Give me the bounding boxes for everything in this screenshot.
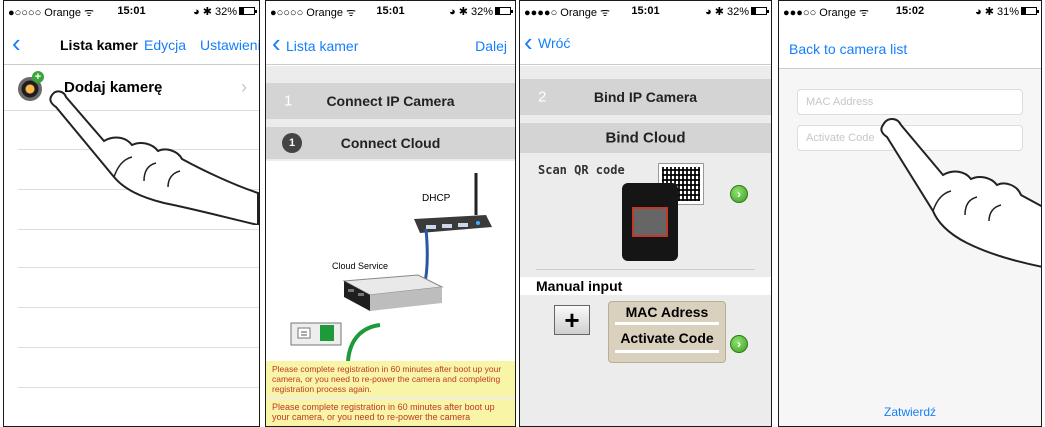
diagram-panel: DHCP Cloud Service	[266, 161, 515, 361]
cloud-service-label: Cloud Service	[332, 261, 389, 271]
list-divider	[18, 267, 259, 268]
list-divider	[18, 387, 259, 388]
list-divider	[18, 347, 259, 348]
status-bar: ●●●●○ Orange ᯤ 15:01 ◕ ✱ 32%	[520, 5, 771, 21]
status-right: ◕ ✱ 32%	[193, 6, 237, 18]
back-chevron-icon[interactable]: ‹	[272, 30, 281, 56]
sub-step-title: Bind Cloud	[605, 129, 686, 147]
scan-qr-label: Scan QR code	[538, 163, 625, 177]
page-title: Lista kamer	[60, 37, 138, 53]
back-button[interactable]: Lista kamer	[286, 38, 358, 54]
section-divider	[536, 269, 755, 270]
content-background	[779, 69, 1041, 426]
phone-scan-icon	[622, 183, 678, 261]
next-button[interactable]: Dalej	[475, 38, 507, 54]
confirm-button[interactable]: Zatwierdź	[779, 405, 1041, 419]
status-bar: ●○○○○ Orange ᯤ 15:01 ◕ ✱ 32%	[266, 5, 515, 21]
nav-bar: ‹ Wróć	[520, 25, 771, 65]
battery-icon	[1021, 7, 1039, 15]
screen-camera-list: ●○○○○ Orange ᯤ 15:01 ◕ ✱ 32% ‹ Lista kam…	[3, 0, 260, 427]
power-socket-icon	[290, 322, 342, 346]
battery-icon	[495, 7, 513, 15]
add-camera-label: Dodaj kamerę	[64, 79, 163, 96]
sub-step-title: Connect Cloud	[340, 135, 441, 151]
back-chevron-icon[interactable]: ‹	[12, 30, 21, 56]
status-right: ◕ ✱ 32%	[449, 6, 493, 18]
chevron-right-icon: ›	[241, 77, 247, 97]
warning-banner-repeat: Please complete registration in 60 minut…	[266, 399, 515, 426]
nav-bar: ‹ Lista kamer Edycja Ustawienia	[4, 25, 259, 65]
manual-input-strip: Manual input	[520, 277, 771, 295]
scan-next-arrow-icon[interactable]: ›	[730, 185, 748, 203]
cloud-box-icon	[342, 274, 444, 311]
manual-input-card[interactable]: MAC Adress Activate Code	[608, 301, 726, 363]
sub-header: Bind Cloud	[520, 123, 771, 153]
step-title: Bind IP Camera	[593, 89, 698, 105]
nav-bar: Back to camera list	[779, 25, 1041, 69]
screen-enter-codes: ●●●○○ Orange ᯤ 15:02 ◕ ✱ 31% Back to cam…	[778, 0, 1042, 427]
step-title: Connect IP Camera	[326, 93, 455, 109]
status-right: ◕ ✱ 31%	[975, 6, 1019, 18]
list-divider	[18, 189, 259, 190]
mac-address-label: MAC Adress	[625, 304, 709, 320]
manual-input-label: Manual input	[536, 278, 623, 294]
sub-header: 1 Connect Cloud	[266, 127, 515, 159]
plus-badge-icon: +	[32, 71, 44, 83]
warning-banner: Please complete registration in 60 minut…	[266, 361, 515, 397]
add-manual-icon[interactable]: +	[554, 305, 590, 335]
manual-next-arrow-icon[interactable]: ›	[730, 335, 748, 353]
battery-icon	[239, 7, 257, 15]
screen-bind-camera: ●●●●○ Orange ᯤ 15:01 ◕ ✱ 32% ‹ Wróć 2 Bi…	[519, 0, 772, 427]
activate-code-label: Activate Code	[620, 330, 714, 346]
status-bar: ●○○○○ Orange ᯤ 15:01 ◕ ✱ 32%	[4, 5, 259, 21]
battery-icon	[751, 7, 769, 15]
back-chevron-icon[interactable]: ‹	[524, 29, 533, 55]
list-divider	[18, 307, 259, 308]
screen-connect-camera: ●○○○○ Orange ᯤ 15:01 ◕ ✱ 32% ‹ Lista kam…	[265, 0, 516, 427]
step-header: 2 Bind IP Camera	[520, 79, 771, 115]
activate-code-input[interactable]: Activate Code	[797, 125, 1023, 151]
add-camera-row[interactable]: + Dodaj kamerę ›	[4, 67, 259, 111]
back-to-list-button[interactable]: Back to camera list	[789, 41, 907, 57]
back-button[interactable]: Wróć	[538, 35, 570, 51]
mac-address-input[interactable]: MAC Address	[797, 89, 1023, 115]
status-right: ◕ ✱ 32%	[705, 6, 749, 18]
list-divider	[18, 229, 259, 230]
step-header: 1 Connect IP Camera	[266, 83, 515, 119]
nav-bar: ‹ Lista kamer Dalej	[266, 25, 515, 65]
edit-button[interactable]: Edycja	[144, 37, 186, 53]
settings-button[interactable]: Ustawienia	[200, 37, 259, 53]
status-bar: ●●●○○ Orange ᯤ 15:02 ◕ ✱ 31%	[779, 5, 1041, 21]
list-divider	[18, 149, 259, 150]
